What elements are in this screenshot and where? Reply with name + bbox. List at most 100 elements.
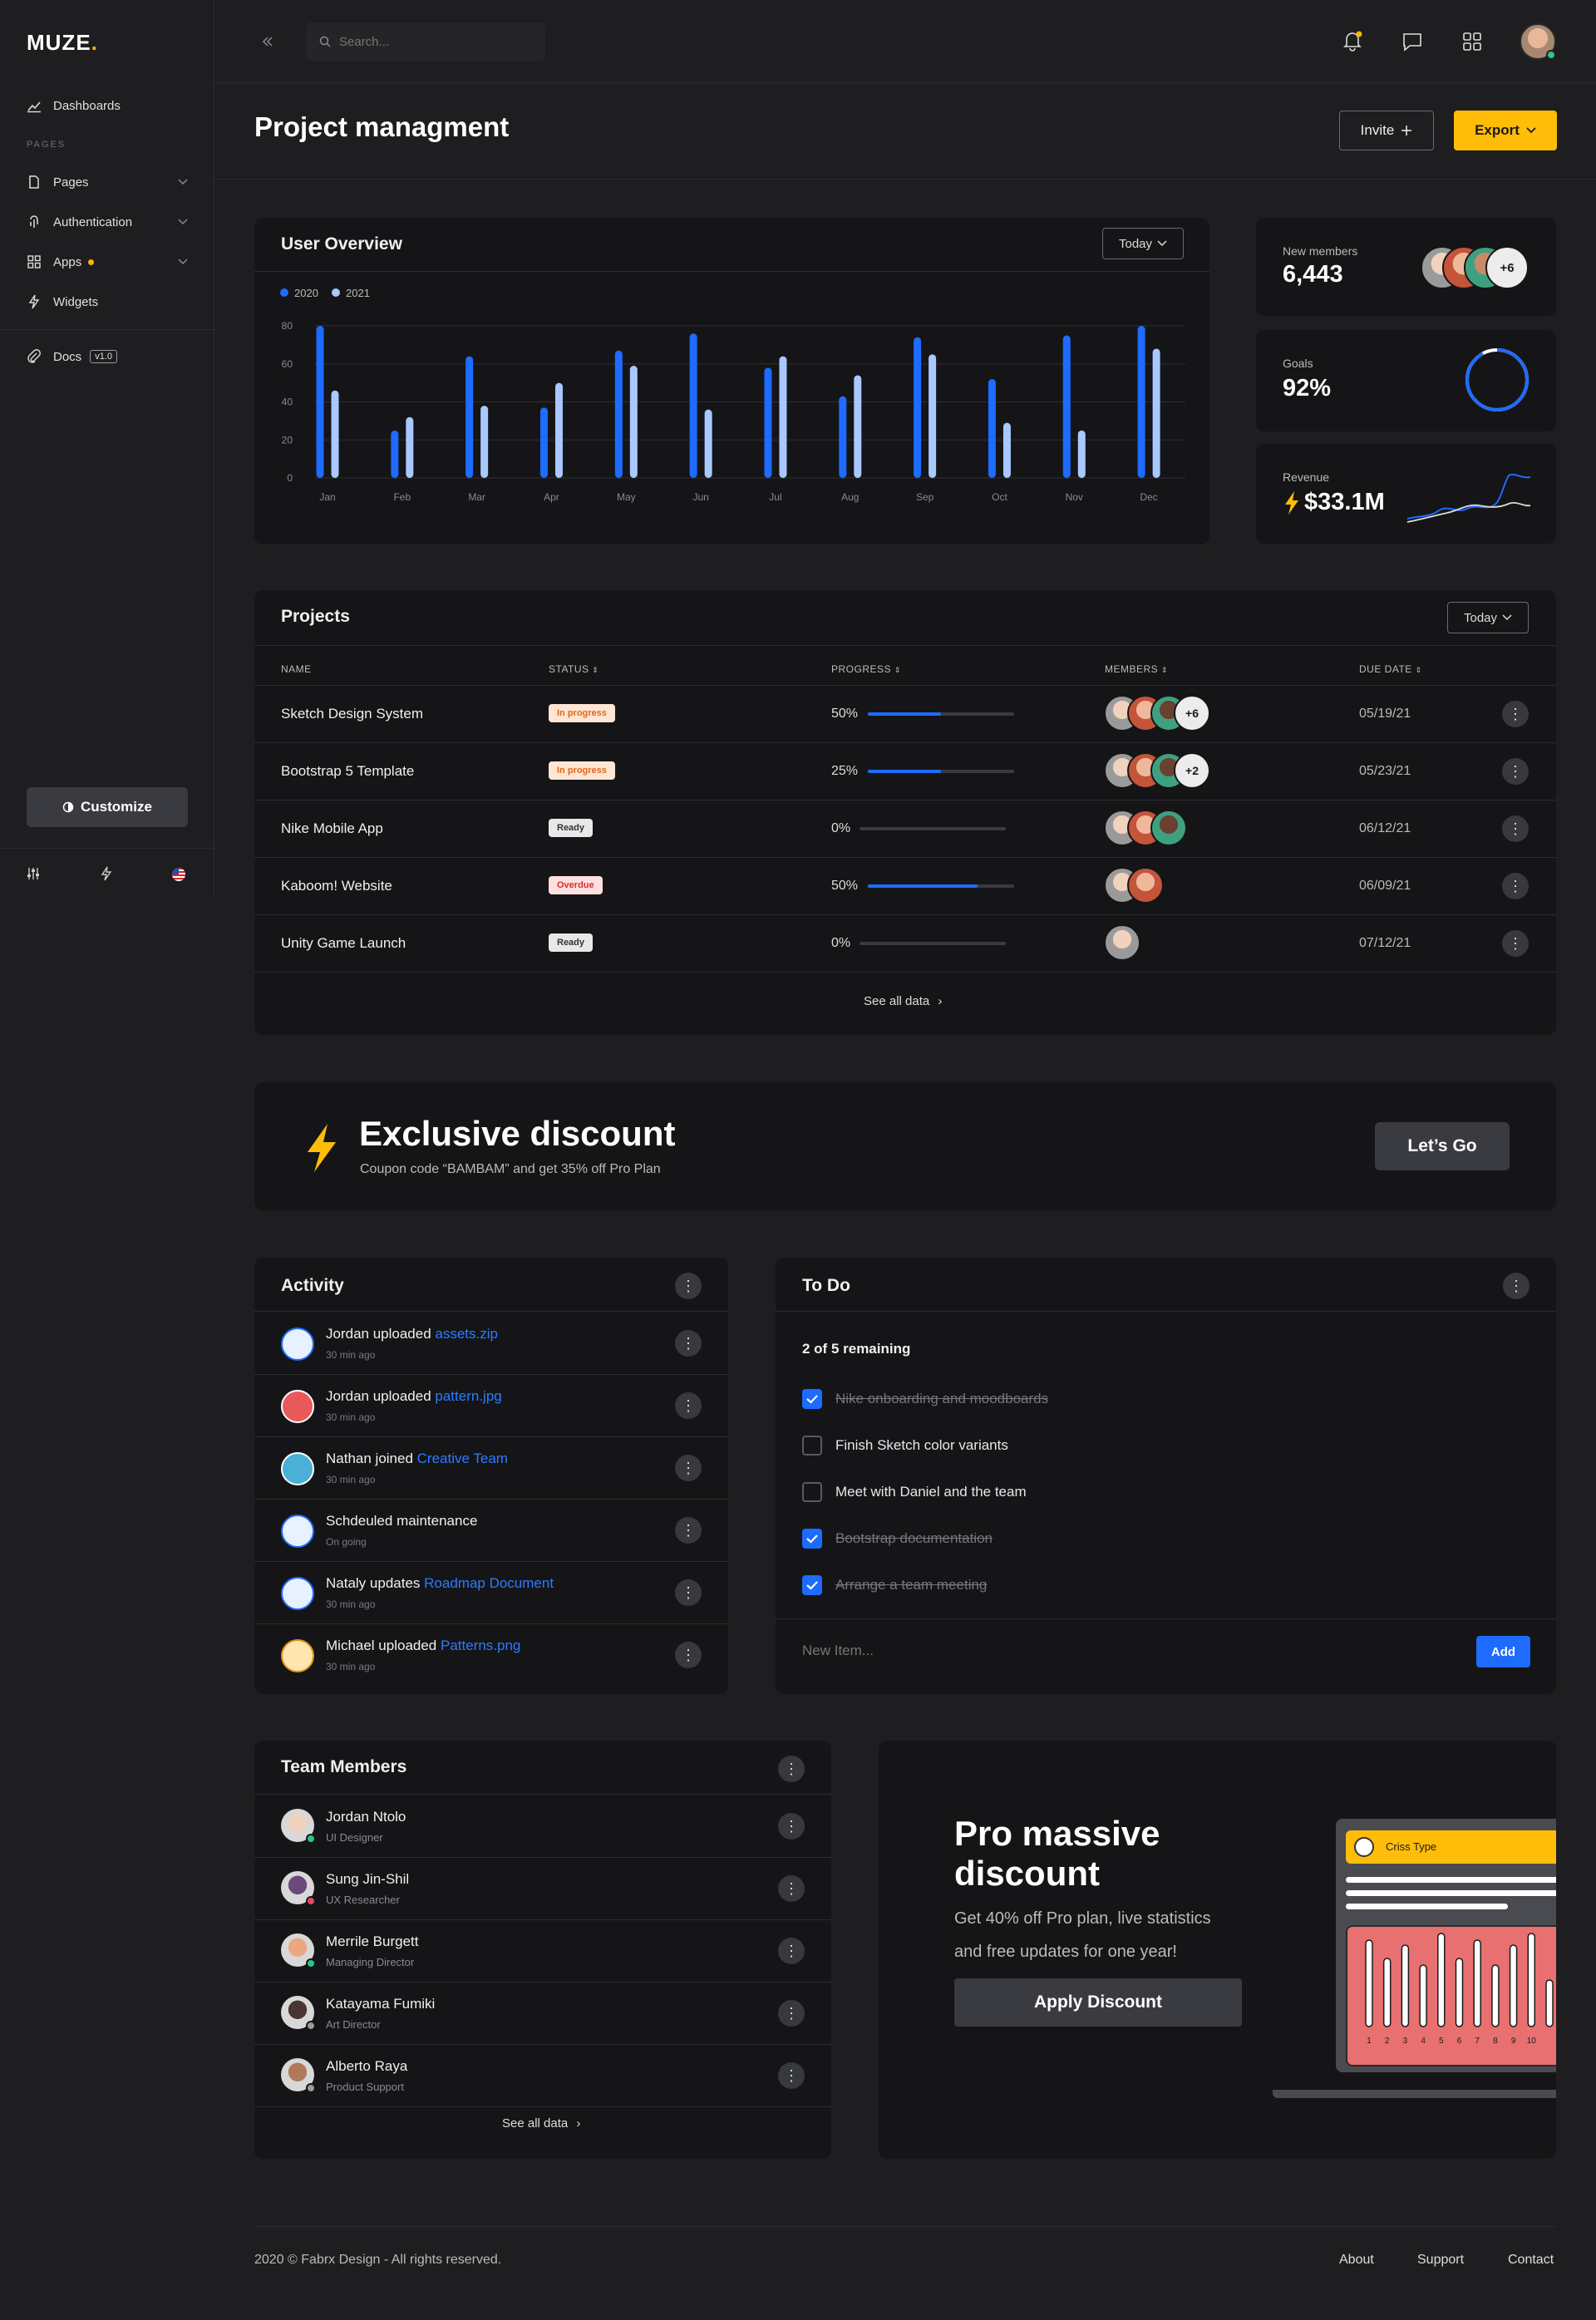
row-menu-button[interactable]: ⋮ [778,2062,805,2089]
page-header: Project managment Invite Export [214,83,1596,180]
sidebar-item-widgets[interactable]: Widgets [27,294,98,309]
us-flag-icon[interactable] [171,867,186,882]
activity-item[interactable]: Schdeuled maintenance On going ⋮ [254,1500,728,1562]
invite-button[interactable]: Invite [1339,111,1434,150]
column-header-status[interactable]: STATUS ⇕ [549,663,598,675]
activity-link[interactable]: pattern.jpg [435,1388,501,1404]
todo-checkbox[interactable] [802,1482,822,1502]
add-item-button[interactable]: Add [1476,1636,1530,1667]
chevron-down-icon [178,259,188,265]
y-tick-label: 80 [282,320,293,332]
todo-item[interactable]: Finish Sketch color variants [776,1429,1556,1462]
team-member-row[interactable]: Sung Jin-Shil UX Researcher ⋮ [254,1858,831,1920]
sidebar-item-dashboards[interactable]: Dashboards [27,98,121,113]
row-menu-button[interactable]: ⋮ [1502,758,1529,785]
sliders-icon[interactable] [26,866,41,881]
team-member-row[interactable]: Alberto Raya Product Support ⋮ [254,2045,831,2107]
bolt-icon[interactable] [99,866,114,881]
row-menu-button[interactable]: ⋮ [675,1330,702,1357]
activity-item[interactable]: Jordan uploaded pattern.jpg 30 min ago ⋮ [254,1375,728,1437]
table-row[interactable]: Unity Game Launch Ready 0% 07/12/21 ⋮ [254,915,1556,973]
sidebar-item-docs[interactable]: Docs v1.0 [27,349,117,364]
footer-link-contact[interactable]: Contact [1508,2253,1554,2268]
table-row[interactable]: Bootstrap 5 Template In progress 25% +2 05/2… [254,743,1556,800]
table-row[interactable]: Nike Mobile App Ready 0% 06/12/21 ⋮ [254,800,1556,858]
status-badge: Overdue [549,876,603,894]
todo-item[interactable]: Arrange a team meeting [776,1569,1556,1602]
row-menu-button[interactable]: ⋮ [778,1813,805,1840]
search-input[interactable] [339,22,539,61]
projects-filter-dropdown[interactable]: Today [1447,602,1529,633]
row-menu-button[interactable]: ⋮ [778,1938,805,1964]
row-menu-button[interactable]: ⋮ [675,1642,702,1668]
activity-link[interactable]: Patterns.png [441,1638,520,1653]
activity-link[interactable]: assets.zip [435,1326,498,1342]
todo-item[interactable]: Meet with Daniel and the team [776,1475,1556,1509]
plus-icon [1401,126,1412,135]
activity-card: Activity ⋮ Jordan uploaded assets.zip 30 … [254,1258,728,1694]
table-row[interactable]: Kaboom! Website Overdue 50% 06/09/21 ⋮ [254,858,1556,915]
column-header-label: DUE DATE [1359,663,1412,675]
row-menu-button[interactable]: ⋮ [778,2000,805,2027]
team-member-row[interactable]: Jordan Ntolo UI Designer ⋮ [254,1795,831,1858]
team-member-row[interactable]: Katayama Fumiki Art Director ⋮ [254,1983,831,2045]
filter-label: Today [1118,236,1153,251]
lets-go-button[interactable]: Let’s Go [1375,1122,1510,1170]
user-avatar[interactable] [1520,23,1556,60]
pro-text-line: and free updates for one year! [954,1943,1177,1961]
see-all-projects-link[interactable]: See all data › [864,994,942,1008]
bell-icon[interactable] [1342,30,1363,52]
laptop-header-bar: Criss Type [1346,1830,1556,1864]
todo-checkbox[interactable] [802,1436,822,1456]
collapse-sidebar-icon[interactable] [261,35,274,48]
row-menu-button[interactable]: ⋮ [778,1875,805,1902]
sidebar-item-apps[interactable]: Apps [27,254,188,269]
row-menu-button[interactable]: ⋮ [1502,815,1529,842]
activity-item[interactable]: Nathan joined Creative Team 30 min ago ⋮ [254,1437,728,1500]
todo-checkbox[interactable] [802,1389,822,1409]
overview-filter-dropdown[interactable]: Today [1102,228,1184,259]
export-button[interactable]: Export [1454,111,1557,150]
checkmark-icon [806,1534,818,1544]
chat-icon[interactable] [1401,31,1423,52]
apply-discount-button[interactable]: Apply Discount [954,1978,1242,2027]
column-header-progress[interactable]: PROGRESS ⇕ [831,663,901,675]
row-menu-button[interactable]: ⋮ [1502,930,1529,957]
activity-item[interactable]: Nataly updates Roadmap Document 30 min ag… [254,1562,728,1624]
activity-item[interactable]: Jordan uploaded assets.zip 30 min ago ⋮ [254,1313,728,1375]
row-menu-button[interactable]: ⋮ [675,1455,702,1481]
todo-checkbox[interactable] [802,1529,822,1549]
todo-item[interactable]: Nike onboarding and moodboards [776,1382,1556,1416]
see-all-team-link[interactable]: See all data › [502,2116,580,2130]
team-menu-button[interactable]: ⋮ [778,1756,805,1782]
row-menu-button[interactable]: ⋮ [675,1392,702,1419]
sidebar-item-pages[interactable]: Pages [27,175,188,190]
row-menu-button[interactable]: ⋮ [675,1517,702,1544]
activity-link[interactable]: Roadmap Document [424,1575,554,1591]
customize-button[interactable]: Customize [27,787,188,827]
team-member-row[interactable]: Merrile Burgett Managing Director ⋮ [254,1920,831,1983]
todo-checkbox[interactable] [802,1575,822,1595]
todo-item[interactable]: Bootstrap documentation [776,1522,1556,1555]
row-menu-button[interactable]: ⋮ [1502,873,1529,899]
progress-value: 0% [831,936,851,950]
project-name: Bootstrap 5 Template [281,763,415,779]
row-menu-button[interactable]: ⋮ [675,1579,702,1606]
column-header-members[interactable]: MEMBERS ⇕ [1105,663,1168,675]
footer-link-about[interactable]: About [1339,2253,1374,2268]
column-header-due-date[interactable]: DUE DATE ⇕ [1359,663,1422,675]
member-role: Art Director [326,2018,381,2031]
search-box[interactable] [306,22,545,61]
table-row[interactable]: Sketch Design System In progress 50% +6 05/1… [254,686,1556,743]
activity-link[interactable]: Creative Team [417,1451,508,1466]
apps-grid-icon[interactable] [1461,31,1483,52]
brand-logo[interactable]: MUZE. [27,30,98,56]
sidebar-item-authentication[interactable]: Authentication [27,214,188,229]
activity-menu-button[interactable]: ⋮ [675,1273,702,1299]
activity-item[interactable]: Michael uploaded Patterns.png 30 min ago ⋮ [254,1624,728,1687]
footer-link-support[interactable]: Support [1417,2253,1464,2268]
row-menu-button[interactable]: ⋮ [1502,701,1529,727]
avatar [281,1933,316,1968]
todo-menu-button[interactable]: ⋮ [1503,1273,1530,1299]
new-item-input[interactable] [802,1638,1384,1663]
